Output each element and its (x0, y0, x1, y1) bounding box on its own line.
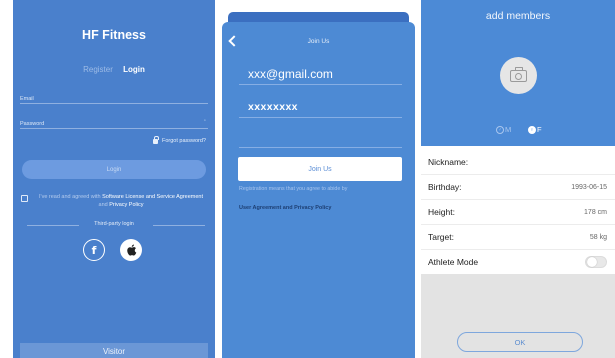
birthday-value[interactable]: 1993-06-15 (571, 184, 607, 191)
auth-tabs: Register Login (13, 65, 215, 74)
facebook-icon: f (91, 243, 97, 257)
email-underline (239, 84, 402, 85)
agreement: I've read and agreed with Software Licen… (21, 193, 208, 209)
join-header: Join Us (307, 38, 330, 45)
camera-icon (510, 66, 527, 82)
facebook-login-button[interactable]: f (83, 239, 105, 261)
email-field[interactable] (20, 103, 208, 104)
join-screen: Join Us xxx@gmail.com xxxxxxxx Join Us R… (222, 0, 415, 358)
email-input[interactable]: xxx@gmail.com (248, 67, 333, 81)
ok-button[interactable]: OK (457, 332, 583, 352)
join-us-button[interactable]: Join Us (238, 157, 402, 181)
add-members-screen: add members ♂ M ♀ F Nickname: Birthday: … (421, 0, 615, 358)
user-agreement-link[interactable]: User Agreement and Privacy Policy (239, 205, 331, 211)
athlete-mode-row: Athlete Mode (421, 250, 615, 275)
male-icon: ♂ (496, 125, 504, 134)
nickname-row[interactable]: Nickname: (421, 150, 615, 175)
apple-icon (126, 244, 136, 256)
extra-field-underline (239, 147, 402, 148)
height-row[interactable]: Height: 178 cm (421, 200, 615, 225)
lock-icon (152, 135, 159, 144)
avatar-picker[interactable] (500, 57, 537, 94)
height-label: Height: (428, 207, 455, 217)
female-icon: ♀ (528, 125, 536, 134)
privacy-policy-link[interactable]: Privacy Policy (109, 202, 143, 208)
forgot-password-link[interactable]: Forgot password? (152, 135, 206, 144)
gender-male-option[interactable]: ♂ M (496, 125, 511, 134)
athlete-mode-label: Athlete Mode (428, 257, 479, 267)
password-underline (239, 117, 402, 118)
gender-female-label: F (537, 125, 542, 134)
third-party-divider: Third-party login (13, 221, 215, 231)
visitor-button[interactable]: Visitor (20, 343, 208, 358)
gender-female-option[interactable]: ♀ F (528, 125, 542, 134)
password-input[interactable]: xxxxxxxx (248, 101, 298, 113)
tab-register[interactable]: Register (83, 65, 113, 74)
show-password-icon[interactable]: ◦ (204, 118, 206, 124)
nickname-label: Nickname: (428, 157, 469, 167)
agreement-checkbox[interactable] (21, 195, 28, 202)
login-button[interactable]: Login (22, 160, 206, 179)
license-agreement-link[interactable]: Software License and Service Agreement (102, 194, 203, 200)
target-row[interactable]: Target: 58 kg (421, 225, 615, 250)
divider-line-right (153, 225, 205, 226)
target-label: Target: (428, 232, 454, 242)
forgot-password-label: Forgot password? (161, 138, 206, 144)
email-label: Email (20, 96, 34, 102)
page-title: add members (485, 10, 551, 22)
registration-note: Registration means that you agree to abi… (239, 186, 348, 192)
agreement-text: I've read and agreed with Software Licen… (38, 194, 203, 208)
birthday-label: Birthday: (428, 182, 462, 192)
gender-male-label: M (505, 125, 512, 134)
password-label: Password (20, 121, 45, 127)
athlete-mode-toggle[interactable] (585, 256, 607, 268)
target-value[interactable]: 58 kg (590, 234, 607, 241)
login-screen: HF Fitness Register Login Email Password… (13, 0, 215, 358)
birthday-row[interactable]: Birthday: 1993-06-15 (421, 175, 615, 200)
height-value[interactable]: 178 cm (584, 209, 607, 216)
apple-login-button[interactable] (120, 239, 142, 261)
app-title: HF Fitness (82, 28, 146, 42)
tab-login[interactable]: Login (123, 65, 145, 74)
password-field[interactable] (20, 128, 208, 129)
third-party-label: Third-party login (94, 221, 134, 227)
